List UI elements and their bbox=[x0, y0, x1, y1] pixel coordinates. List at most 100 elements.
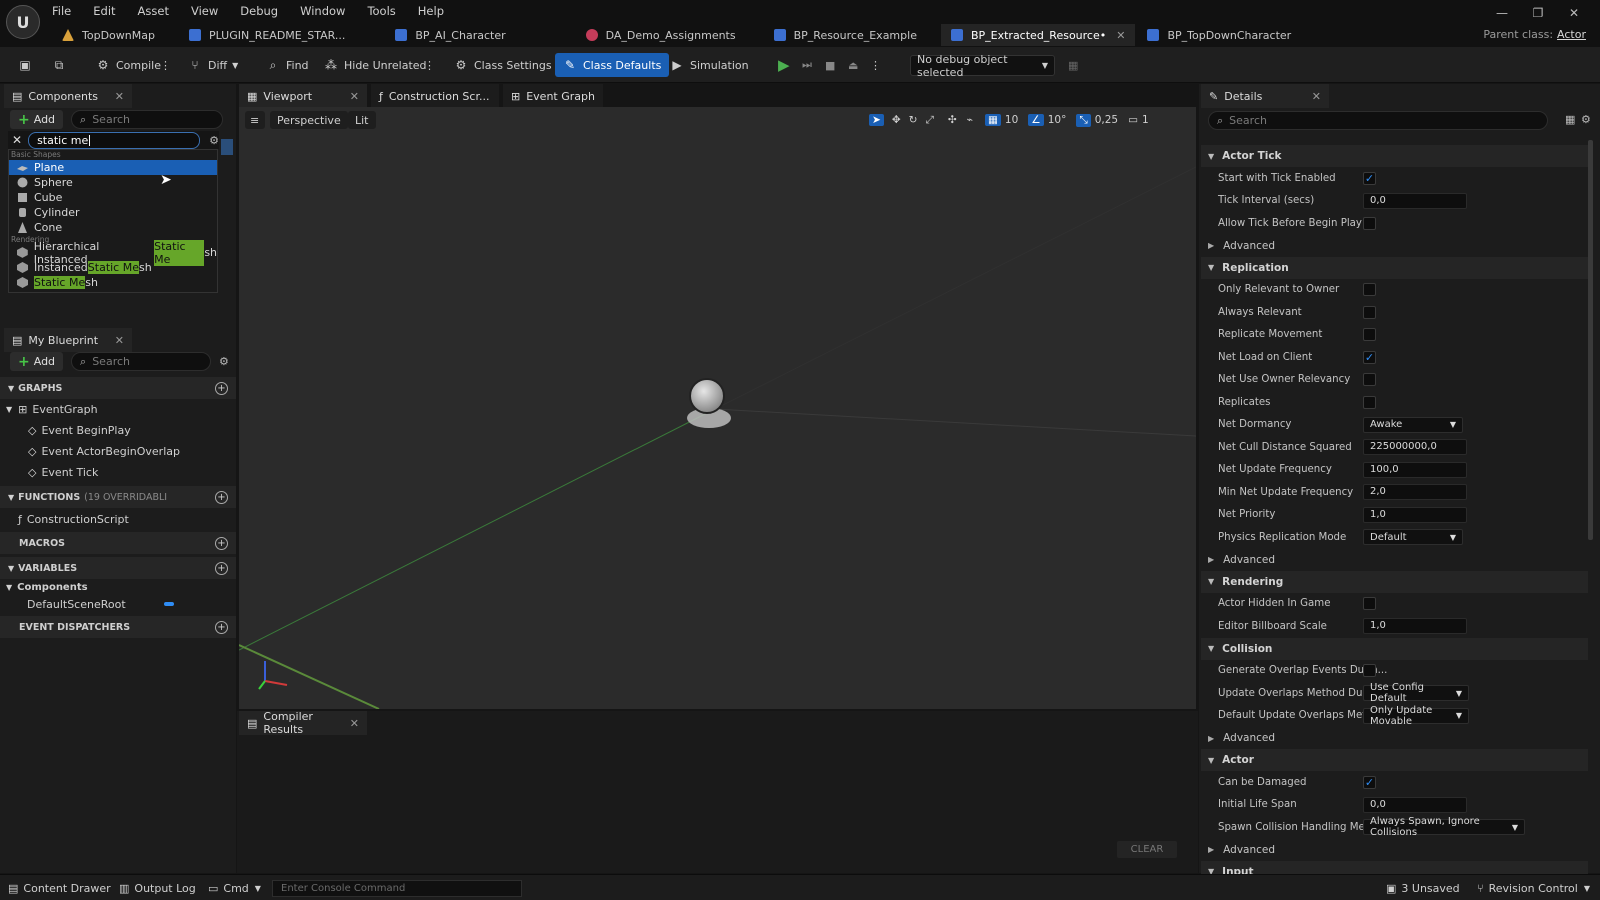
select-mode-icon[interactable]: ➤ bbox=[869, 114, 884, 126]
property-combo[interactable]: Use Config Default ▼ bbox=[1363, 682, 1469, 704]
class-defaults-button[interactable]: ✎ Class Defaults bbox=[555, 53, 670, 77]
revision-control-button[interactable]: ⑂ Revision Control ▼ bbox=[1477, 880, 1590, 897]
property-checkbox[interactable] bbox=[1363, 305, 1376, 319]
menu-window[interactable]: Window bbox=[300, 4, 345, 18]
menu-edit[interactable]: Edit bbox=[93, 4, 115, 18]
camera-speed-value[interactable]: 1 bbox=[1142, 114, 1149, 126]
list-item-static-mesh[interactable]: Static Me sh bbox=[9, 275, 217, 290]
tree-item-event[interactable]: ◇ Event ActorBeginOverlap bbox=[0, 441, 236, 462]
menu-tools[interactable]: Tools bbox=[367, 4, 395, 18]
clear-button[interactable]: CLEAR bbox=[1117, 841, 1177, 858]
minimize-icon[interactable]: — bbox=[1484, 6, 1520, 20]
translate-icon[interactable]: ✥ bbox=[892, 114, 901, 126]
add-variable-icon[interactable]: + bbox=[215, 561, 228, 575]
tab-event-graph[interactable]: ⊞ Event Graph bbox=[503, 84, 603, 108]
cmd-selector[interactable]: ▭ Cmd ▼ bbox=[208, 880, 261, 897]
parent-class-link[interactable]: Actor bbox=[1557, 28, 1586, 41]
browse-button[interactable]: ⧉ bbox=[46, 53, 78, 77]
debug-object-select[interactable]: No debug object selected ▼ bbox=[910, 53, 1055, 79]
unreal-logo-icon[interactable]: U bbox=[6, 5, 40, 39]
add-macro-icon[interactable]: + bbox=[215, 536, 228, 550]
perspective-button[interactable]: Perspective bbox=[270, 111, 348, 129]
list-item-cube[interactable]: Cube bbox=[9, 190, 217, 205]
list-item-plane[interactable]: Plane bbox=[9, 160, 217, 175]
tree-item-event[interactable]: ◇ Event BeginPlay bbox=[0, 420, 236, 441]
tab-details[interactable]: ✎ Details ✕ bbox=[1201, 84, 1329, 108]
play-options-button[interactable]: ⋮ bbox=[868, 53, 883, 77]
grid-snap-value[interactable]: 10 bbox=[1005, 114, 1018, 126]
property-checkbox[interactable]: ✓ bbox=[1363, 775, 1376, 789]
menu-view[interactable]: View bbox=[191, 4, 218, 18]
tree-item-construction-script[interactable]: ƒ ConstructionScript bbox=[0, 509, 236, 530]
play-button[interactable]: ▶ bbox=[772, 53, 796, 77]
compile-options-button[interactable]: ⋮ bbox=[158, 53, 173, 77]
grid-snap-icon[interactable]: ▦ bbox=[984, 114, 1001, 126]
section-graphs[interactable]: ▼ GRAPHS + bbox=[0, 377, 236, 399]
scene-root-sphere-icon[interactable] bbox=[689, 378, 725, 414]
my-blueprint-search[interactable]: ⌕ Search bbox=[71, 352, 212, 371]
gear-icon[interactable]: ⚙ bbox=[1581, 113, 1591, 126]
rotate-icon[interactable]: ↻ bbox=[909, 114, 918, 126]
add-dispatcher-icon[interactable]: + bbox=[215, 620, 228, 634]
property-combo[interactable]: Always Spawn, Ignore Collisions ▼ bbox=[1363, 816, 1525, 838]
output-log-button[interactable]: ▥ Output Log bbox=[119, 880, 196, 897]
tab-viewport[interactable]: ▦ Viewport ✕ bbox=[239, 84, 367, 108]
gear-icon[interactable]: ⚙ bbox=[219, 355, 229, 368]
debug-filter-button[interactable]: ▦ bbox=[1062, 53, 1084, 77]
close-icon[interactable]: ✕ bbox=[350, 717, 359, 730]
list-item-sphere[interactable]: Sphere bbox=[9, 175, 217, 190]
property-number-field[interactable]: 1,0 bbox=[1363, 618, 1467, 634]
property-checkbox[interactable] bbox=[1363, 664, 1376, 677]
hide-options-button[interactable]: ⋮ bbox=[422, 53, 437, 77]
doc-tab[interactable]: PLUGIN_README_STAR... bbox=[179, 24, 355, 46]
menu-debug[interactable]: Debug bbox=[240, 4, 278, 18]
property-matrix-icon[interactable]: ▦ bbox=[1565, 113, 1575, 126]
rotation-snap-icon[interactable]: ∠ bbox=[1028, 114, 1044, 126]
list-item-cone[interactable]: Cone bbox=[9, 220, 217, 235]
surface-snap-icon[interactable]: ⌁ bbox=[967, 114, 973, 126]
section-collision[interactable]: ▼ Collision bbox=[1201, 637, 1588, 660]
property-checkbox[interactable] bbox=[1363, 395, 1376, 409]
close-icon[interactable]: ✕ bbox=[1312, 90, 1321, 103]
doc-tab[interactable]: TopDownMap bbox=[52, 24, 165, 46]
section-event-dispatchers[interactable]: EVENT DISPATCHERS + bbox=[0, 616, 236, 638]
compile-button[interactable]: ⚙ Compile bbox=[90, 53, 167, 77]
section-functions[interactable]: ▼ FUNCTIONS (19 OVERRIDABLI + bbox=[0, 486, 236, 508]
property-checkbox[interactable] bbox=[1363, 283, 1376, 296]
lit-button[interactable]: Lit bbox=[348, 111, 376, 129]
add-graph-icon[interactable]: + bbox=[215, 381, 228, 395]
section-rendering[interactable]: ▼ Rendering bbox=[1201, 570, 1588, 593]
save-button[interactable]: ▣ bbox=[12, 53, 44, 77]
diff-button[interactable]: ⑂ Diff ▼ bbox=[182, 53, 244, 77]
hide-unrelated-button[interactable]: ⁂ Hide Unrelated bbox=[318, 53, 433, 77]
find-button[interactable]: ⌕ Find bbox=[260, 53, 315, 77]
property-number-field[interactable]: 0,0 bbox=[1363, 796, 1467, 813]
property-checkbox[interactable] bbox=[1363, 216, 1376, 230]
details-scrollbar[interactable] bbox=[1588, 140, 1593, 540]
add-component-button[interactable]: + Add bbox=[10, 110, 64, 129]
advanced-expander[interactable]: ▶ Advanced bbox=[1201, 727, 1588, 749]
list-item-cylinder[interactable]: Cylinder bbox=[9, 205, 217, 220]
section-actor-tick[interactable]: ▼ Actor Tick bbox=[1201, 145, 1588, 167]
filter-settings-icon[interactable]: ⚙ bbox=[209, 134, 219, 147]
property-combo[interactable]: Default ▼ bbox=[1363, 529, 1463, 545]
details-search[interactable]: ⌕ Search bbox=[1208, 111, 1548, 130]
step-button[interactable]: ⏭ bbox=[796, 53, 818, 77]
section-replication[interactable]: ▼ Replication bbox=[1201, 256, 1588, 279]
tree-item-default-scene-root[interactable]: DefaultSceneRoot bbox=[0, 596, 236, 612]
doc-tab[interactable]: BP_AI_Character bbox=[385, 24, 515, 46]
eject-button[interactable]: ⏏ bbox=[842, 53, 864, 77]
close-icon[interactable]: ✕ bbox=[1116, 29, 1125, 42]
viewport[interactable]: ≡ Perspective Lit ➤ ✥ ↻ ⤢ ✣ ⌁ ▦ 10 ∠ 10°… bbox=[239, 107, 1196, 709]
advanced-expander[interactable]: ▶ Advanced bbox=[1201, 839, 1588, 861]
tab-components[interactable]: ▤ Components ✕ bbox=[4, 84, 132, 108]
property-number-field[interactable]: 0,0 bbox=[1363, 192, 1467, 209]
console-input[interactable]: Enter Console Command bbox=[272, 880, 522, 897]
property-combo[interactable]: Awake ▼ bbox=[1363, 416, 1463, 433]
property-number-field[interactable]: 225000000,0 bbox=[1363, 439, 1467, 455]
advanced-expander[interactable]: ▶ Advanced bbox=[1201, 235, 1588, 257]
section-variables[interactable]: ▼ VARIABLES + bbox=[0, 557, 236, 579]
property-checkbox[interactable] bbox=[1363, 373, 1376, 386]
component-filter-input[interactable]: static me bbox=[28, 131, 201, 149]
menu-help[interactable]: Help bbox=[418, 4, 444, 18]
